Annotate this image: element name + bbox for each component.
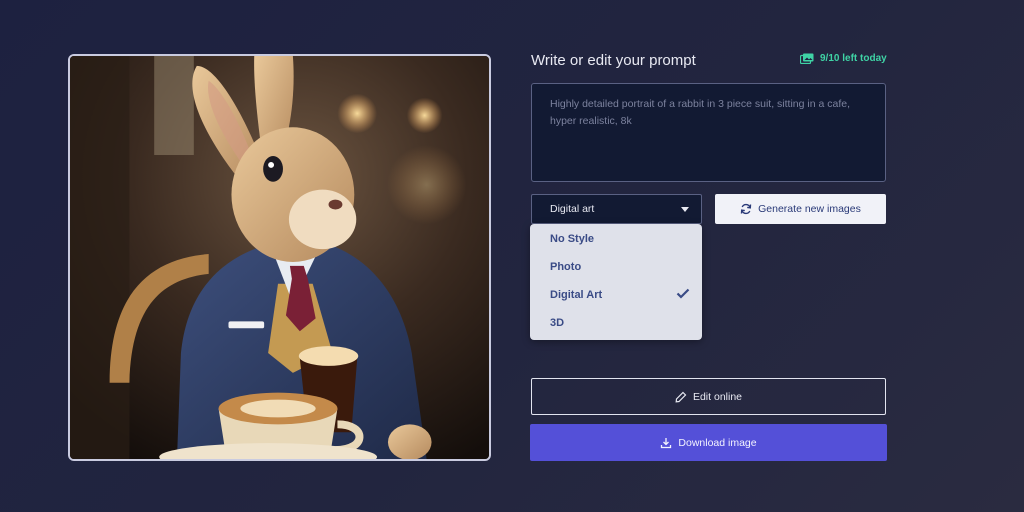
edit-online-button[interactable]: Edit online [531, 378, 886, 415]
style-select[interactable]: Digital art [531, 194, 702, 224]
prompt-heading: Write or edit your prompt [531, 52, 696, 69]
style-dropdown-menu: No Style Photo Digital Art 3D [530, 224, 702, 340]
style-option-3d[interactable]: 3D [550, 317, 564, 329]
quota-text: 9/10 left today [820, 53, 887, 64]
style-option-digital-art[interactable]: Digital Art [550, 289, 602, 301]
style-select-value: Digital art [550, 203, 595, 215]
prompt-input[interactable]: Highly detailed portrait of a rabbit in … [531, 83, 886, 182]
edit-button-label: Edit online [692, 390, 743, 403]
pencil-icon [675, 391, 687, 402]
download-icon [661, 437, 672, 448]
style-option-photo[interactable]: Photo [550, 261, 581, 273]
chevron-down-icon [681, 206, 689, 212]
download-image-button[interactable]: Download image [530, 424, 887, 461]
refresh-icon [740, 203, 752, 215]
generated-image [68, 54, 491, 461]
generate-new-images-button[interactable]: Generate new images [715, 194, 886, 224]
style-option-no-style[interactable]: No Style [550, 233, 594, 245]
generate-button-label: Generate new images [758, 203, 861, 215]
quota-indicator: 9/10 left today [800, 53, 887, 64]
rabbit-portrait-image [70, 56, 489, 459]
download-button-label: Download image [678, 436, 757, 449]
checkmark-icon [676, 288, 690, 299]
images-icon [800, 53, 814, 64]
prompt-text: Highly detailed portrait of a rabbit in … [550, 98, 850, 127]
